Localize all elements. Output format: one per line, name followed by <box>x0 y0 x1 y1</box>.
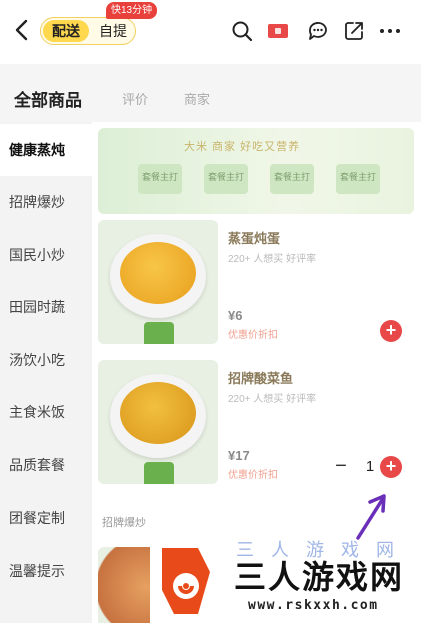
sidebar-item-steamed[interactable]: 健康蒸炖 <box>0 124 92 176</box>
more-button[interactable] <box>378 19 402 43</box>
dish-price: ¥6 <box>228 308 243 323</box>
list-item[interactable]: 招牌酸菜鱼 220+ 人想买 好评率 ¥17 优惠价折扣 − 1 + <box>98 360 414 488</box>
dish-name: 招牌酸菜鱼 <box>228 371 294 386</box>
back-button[interactable] <box>12 16 32 44</box>
dish-price: ¥17 <box>228 448 250 463</box>
delivery-option[interactable]: 配送 <box>43 20 89 42</box>
search-button[interactable] <box>230 19 254 43</box>
watermark-logo-icon <box>162 548 210 614</box>
watermark-name: 三人游戏网 <box>234 559 405 595</box>
section-heading: 招牌爆炒 <box>102 517 146 529</box>
promo-banner[interactable]: 大米 商家 好吃又营养 套餐主打 套餐主打 套餐主打 套餐主打 <box>98 128 414 214</box>
share-icon <box>345 22 363 40</box>
top-bar: 配送 自提 快13分钟 <box>0 0 421 64</box>
dish-description: 220+ 人想买 好评率 <box>228 254 317 265</box>
sidebar-item-notice[interactable]: 温馨提示 <box>0 545 92 597</box>
banner-title: 大米 商家 好吃又营养 <box>184 141 301 153</box>
faster-badge: 快13分钟 <box>106 2 158 19</box>
dish-image <box>98 220 218 344</box>
tab-all-goods[interactable]: 全部商品 <box>14 86 82 111</box>
sidebar-item-home-stirfry[interactable]: 国民小炒 <box>0 229 92 281</box>
sidebar-item-group-catering[interactable]: 团餐定制 <box>0 492 92 544</box>
chat-icon <box>309 22 327 40</box>
quantity-value: 1 <box>365 458 375 475</box>
minus-icon: − <box>335 455 347 477</box>
more-icon <box>380 29 400 33</box>
sidebar-item-set-meals[interactable]: 品质套餐 <box>0 439 92 491</box>
list-item[interactable]: 蒸蛋炖蛋 220+ 人想买 好评率 ¥6 优惠价折扣 + <box>98 220 414 348</box>
site-watermark: 三 人 游 戏 网 三人游戏网 www.rskxxh.com <box>150 540 421 623</box>
add-to-cart-button[interactable]: + <box>380 456 402 478</box>
dish-promo: 优惠价折扣 <box>228 330 278 341</box>
pickup-option[interactable]: 自提 <box>93 20 133 42</box>
sidebar-item-vegetables[interactable]: 田园时蔬 <box>0 281 92 333</box>
tab-reviews[interactable]: 评价 <box>122 89 148 108</box>
banner-chip: 套餐主打 <box>138 164 182 194</box>
sidebar-item-soups-snacks[interactable]: 汤饮小吃 <box>0 334 92 386</box>
tab-merchant[interactable]: 商家 <box>184 89 210 108</box>
store-tabs: 全部商品 评价 商家 <box>0 78 421 118</box>
dish-image <box>98 360 218 484</box>
banner-chip: 套餐主打 <box>336 164 380 194</box>
sidebar-item-staples[interactable]: 主食米饭 <box>0 386 92 438</box>
chevron-left-icon <box>15 19 28 41</box>
dish-name: 蒸蛋炖蛋 <box>228 231 281 246</box>
search-icon <box>232 21 253 42</box>
banner-chip: 套餐主打 <box>204 164 248 194</box>
watermark-url: www.rskxxh.com <box>248 598 379 613</box>
share-button[interactable] <box>342 19 366 43</box>
dish-promo: 优惠价折扣 <box>228 470 278 481</box>
dish-description: 220+ 人想买 好评率 <box>228 394 317 405</box>
category-sidebar: 健康蒸炖 招牌爆炒 国民小炒 田园时蔬 汤饮小吃 主食米饭 品质套餐 团餐定制 … <box>0 122 92 623</box>
plus-icon: + <box>385 320 397 340</box>
customer-service-button[interactable] <box>306 19 330 43</box>
add-to-cart-button[interactable]: + <box>380 320 402 342</box>
decrease-quantity-button[interactable]: − <box>330 456 352 478</box>
sidebar-item-signature-stirfry[interactable]: 招牌爆炒 <box>0 176 92 228</box>
red-packet-icon <box>268 24 288 38</box>
red-packet-button[interactable] <box>266 19 290 43</box>
delivery-mode-toggle: 配送 自提 <box>40 17 136 45</box>
arrow-annotation-icon <box>356 494 386 540</box>
plus-icon: + <box>385 456 397 476</box>
banner-chip: 套餐主打 <box>270 164 314 194</box>
store-menu-page: 配送 自提 快13分钟 全部商品 评价 商家 健康蒸炖 招牌爆炒 国民小炒 田园… <box>0 0 421 623</box>
